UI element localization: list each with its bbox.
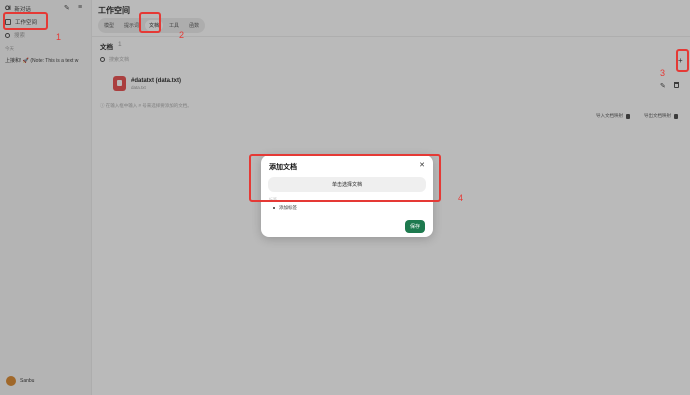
add-tag-button[interactable]: 添加标签 [273, 205, 297, 211]
annotation-box-1 [3, 12, 48, 30]
annotation-box-4 [249, 154, 441, 202]
annotation-box-2 [139, 12, 161, 33]
save-button[interactable]: 保存 [404, 220, 425, 233]
annotation-number-1: 1 [56, 32, 62, 42]
annotation-box-3 [676, 49, 689, 72]
bullet-icon [273, 207, 275, 209]
annotation-number-2: 2 [179, 30, 185, 40]
annotation-number-3: 3 [660, 68, 666, 78]
add-tag-label: 添加标签 [279, 205, 297, 210]
annotation-number-4: 4 [458, 193, 464, 203]
